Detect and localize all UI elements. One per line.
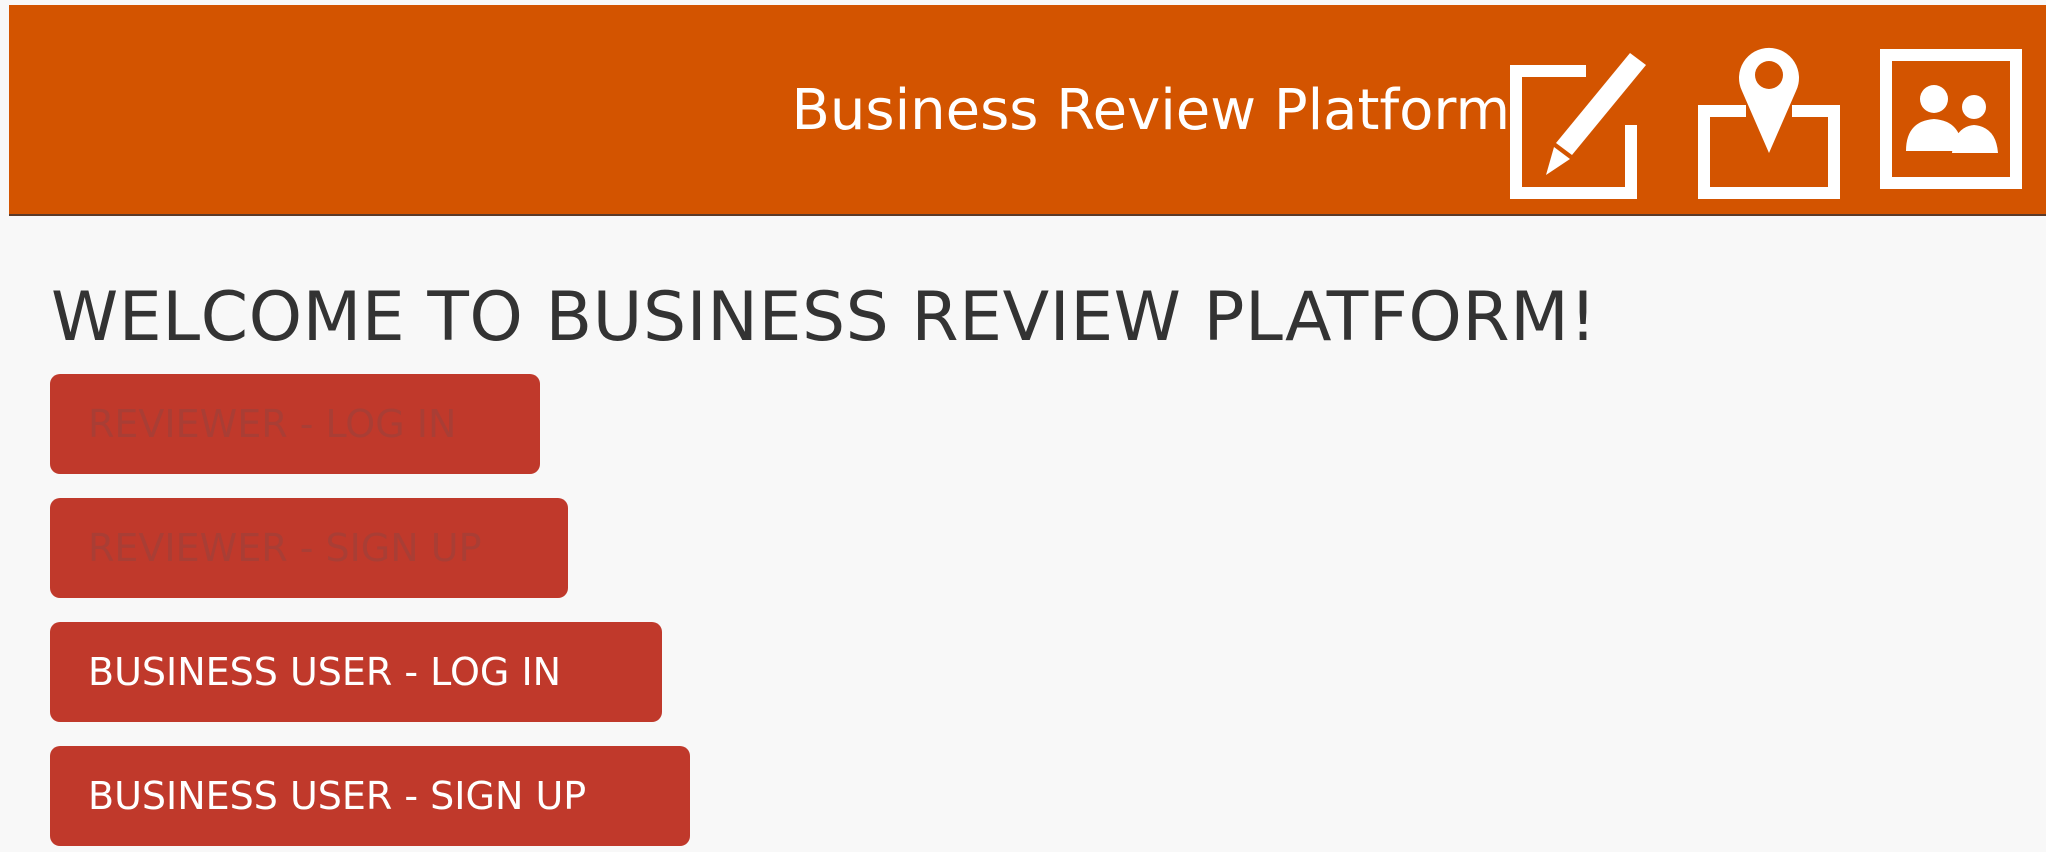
main-content: WELCOME TO BUSINESS REVIEW PLATFORM! REV… bbox=[0, 216, 2046, 852]
edit-icon[interactable] bbox=[1506, 33, 1656, 203]
business-user-signup-button[interactable]: BUSINESS USER - SIGN UP bbox=[50, 746, 690, 846]
reviewer-signup-button[interactable]: REVIEWER - SIGN UP bbox=[50, 498, 568, 598]
location-icon[interactable] bbox=[1694, 33, 1844, 203]
app-title: Business Review Platform bbox=[791, 78, 1510, 143]
welcome-heading: WELCOME TO BUSINESS REVIEW PLATFORM! bbox=[51, 278, 1598, 357]
reviewer-login-button[interactable]: REVIEWER - LOG IN bbox=[50, 374, 540, 474]
app-window: Business Review Platform WELCOME TO BUSI… bbox=[0, 0, 2046, 852]
business-user-login-button[interactable]: BUSINESS USER - LOG IN bbox=[50, 622, 662, 722]
header-bar: Business Review Platform bbox=[9, 5, 2046, 216]
users-icon[interactable] bbox=[1876, 33, 2026, 203]
